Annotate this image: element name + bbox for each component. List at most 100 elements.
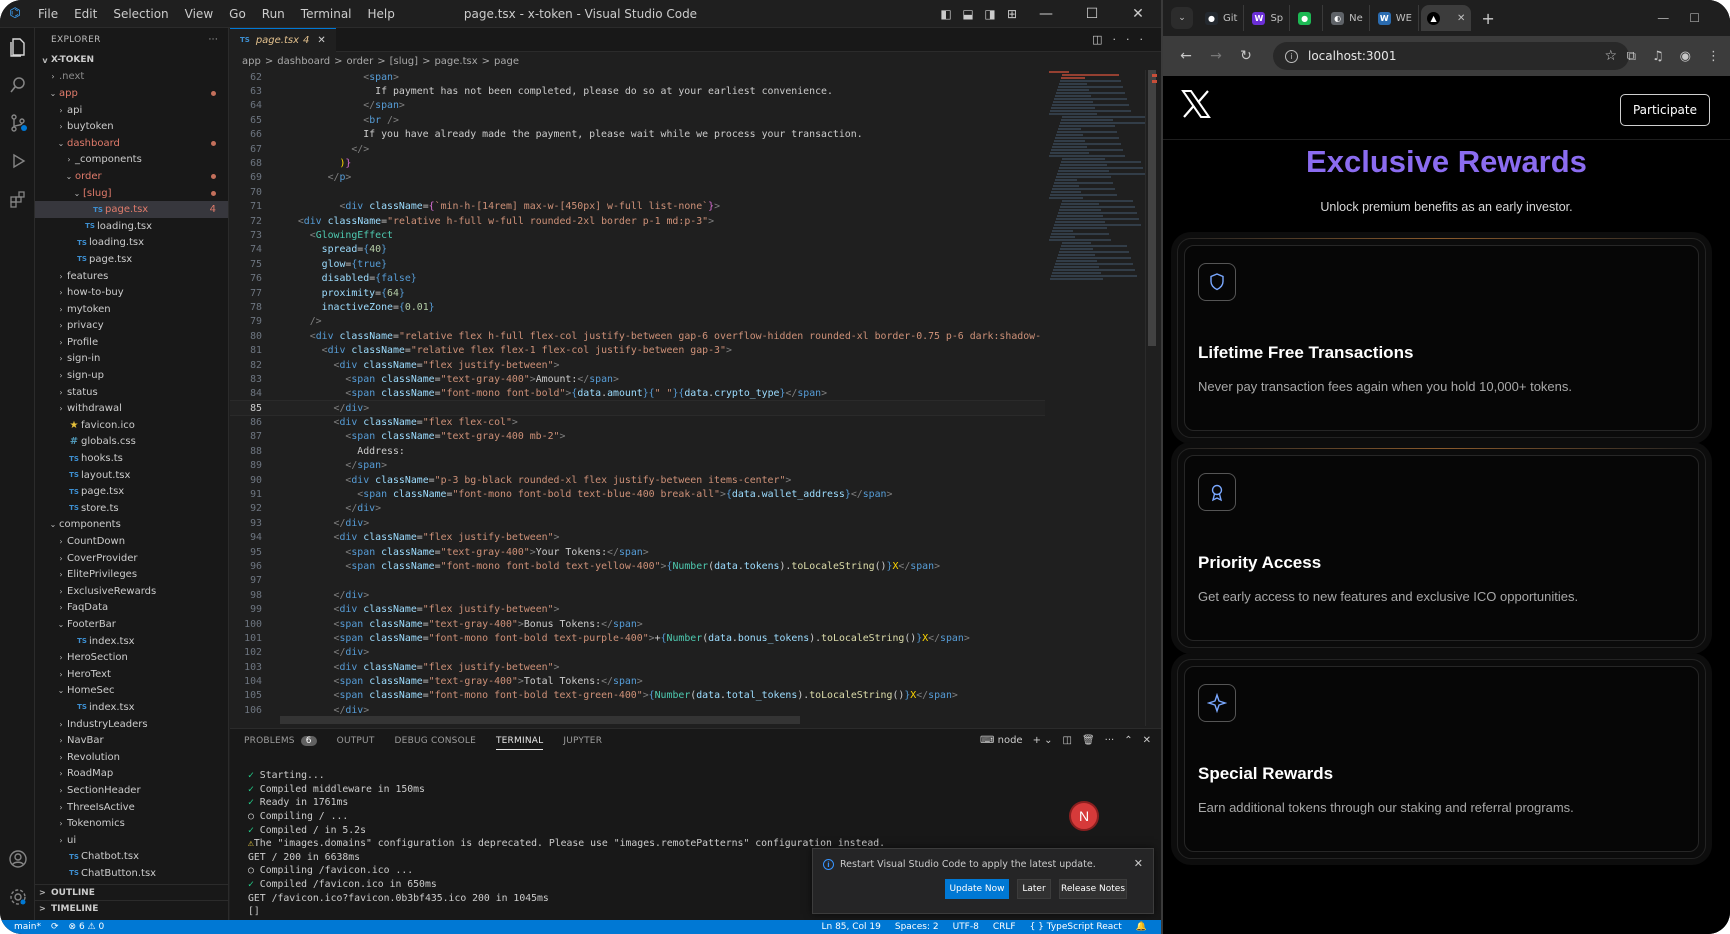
tree-folder[interactable]: ⌄ dashboard [35, 135, 228, 152]
browser-tab[interactable]: W Sp [1246, 5, 1291, 31]
close-tab-icon[interactable]: ✕ [1457, 13, 1465, 24]
code-line[interactable]: 90 <div className="p-3 bg-black rounded-… [230, 473, 1045, 487]
project-root[interactable]: v X-TOKEN [35, 52, 228, 69]
tree-folder[interactable]: › .next [35, 69, 228, 86]
toggle-panel-icon[interactable]: ⬓ [957, 7, 979, 21]
code-line[interactable]: 87 <span className="text-gray-400 mb-2"> [230, 430, 1045, 444]
code-line[interactable]: 86 <div className="flex flex-col"> [230, 415, 1045, 429]
code-line[interactable]: 104 <span className="text-gray-400">Tota… [230, 674, 1045, 688]
tree-folder[interactable]: › FaqData [35, 600, 228, 617]
tree-file[interactable]: TS index.tsx [35, 633, 228, 650]
code-line[interactable]: 96 <span className="font-mono font-bold … [230, 559, 1045, 573]
later-button[interactable]: Later [1017, 879, 1051, 899]
breadcrumb-item[interactable]: app [242, 56, 261, 67]
site-info-icon[interactable]: i [1285, 49, 1298, 63]
breadcrumb-item[interactable]: page [494, 56, 519, 67]
status-encoding[interactable]: UTF-8 [953, 922, 979, 932]
code-line[interactable]: 85 </div> [230, 399, 1045, 417]
editor-scrollbar[interactable] [1145, 70, 1157, 726]
tree-file[interactable]: TS ChatButton.tsx [35, 865, 228, 882]
status-indentation[interactable]: Spaces: 2 [895, 922, 939, 932]
toggle-primary-sidebar-icon[interactable]: ◧ [935, 7, 957, 21]
tree-file[interactable]: TS page.tsx [35, 483, 228, 500]
media-control-icon[interactable]: ♫ [1652, 49, 1664, 64]
code-line[interactable]: 70 [230, 185, 1045, 199]
status-line-ending[interactable]: CRLF [993, 922, 1016, 932]
tree-folder[interactable]: › CountDown [35, 533, 228, 550]
code-line[interactable]: 67 </> [230, 142, 1045, 156]
tree-folder[interactable]: › Profile [35, 334, 228, 351]
search-icon[interactable] [0, 66, 35, 104]
tree-folder[interactable]: › how-to-buy [35, 284, 228, 301]
tree-file[interactable]: TS loading.tsx [35, 235, 228, 252]
bookmark-star-icon[interactable]: ☆ [1604, 48, 1617, 64]
browser-tab[interactable]: ▲ ✕ [1421, 5, 1472, 31]
panel-tab-debug-console[interactable]: DEBUG CONSOLE [395, 736, 476, 746]
breadcrumb-item[interactable]: dashboard [277, 56, 330, 67]
code-line[interactable]: 101 <span className="font-mono font-bold… [230, 631, 1045, 645]
maximize-panel-icon[interactable]: ⌃ [1124, 735, 1132, 746]
tree-folder[interactable]: › Revolution [35, 749, 228, 766]
browser-tab[interactable]: ● Git [1199, 5, 1245, 31]
tree-folder[interactable]: › privacy [35, 318, 228, 335]
code-line[interactable]: 94 <div className="flex justify-between"… [230, 531, 1045, 545]
code-line[interactable]: 92 </div> [230, 502, 1045, 516]
tree-folder[interactable]: › status [35, 384, 228, 401]
code-line[interactable]: 98 </div> [230, 588, 1045, 602]
panel-tab-terminal[interactable]: TERMINAL [495, 732, 544, 750]
code-line[interactable]: 95 <span className="text-gray-400">Your … [230, 545, 1045, 559]
tree-file[interactable]: ★ favicon.ico [35, 417, 228, 434]
tree-folder[interactable]: › ui [35, 832, 228, 849]
code-line[interactable]: 71 <div className={`min-h-[14rem] max-w-… [230, 200, 1045, 214]
code-line[interactable]: 66 If you have already made the payment,… [230, 128, 1045, 142]
tree-file[interactable]: TS page.tsx [35, 251, 228, 268]
menu-item-view[interactable]: View [177, 7, 221, 21]
tree-folder[interactable]: › HeroSection [35, 649, 228, 666]
code-line[interactable]: 97 [230, 574, 1045, 588]
scrollbar-thumb[interactable] [1148, 70, 1156, 346]
code-line[interactable]: 76 disabled={false} [230, 271, 1045, 285]
tree-folder[interactable]: ⌄ components [35, 517, 228, 534]
notifications-bell-icon[interactable]: 🔔 [1136, 922, 1147, 932]
profile-icon[interactable]: ◉ [1680, 49, 1691, 64]
horizontal-scrollbar-thumb[interactable] [280, 716, 800, 724]
status-branch[interactable]: main* [14, 922, 41, 932]
tree-folder[interactable]: › ElitePrivileges [35, 566, 228, 583]
tree-folder[interactable]: ⌄ HomeSec [35, 683, 228, 700]
run-debug-icon[interactable] [0, 142, 35, 180]
tab-search-chevron-icon[interactable]: ⌄ [1171, 7, 1193, 29]
code-line[interactable]: 78 inactiveZone={0.01} [230, 300, 1045, 314]
forward-arrow-icon[interactable]: → [1201, 48, 1231, 64]
terminal-icon[interactable]: ⌨ node [980, 735, 1023, 746]
minimap[interactable] [1045, 70, 1149, 726]
menu-item-edit[interactable]: Edit [66, 7, 105, 21]
browser-tab[interactable]: ● [1292, 5, 1324, 31]
tree-folder[interactable]: ⌄ [slug] [35, 185, 228, 202]
update-now-button[interactable]: Update Now [945, 879, 1009, 899]
code-line[interactable]: 65 <br /> [230, 113, 1045, 127]
tree-folder[interactable]: › _components [35, 152, 228, 169]
outline-section[interactable]: > OUTLINE [35, 884, 228, 900]
extensions-puzzle-icon[interactable]: ⧉ [1627, 49, 1636, 64]
close-button[interactable]: ✕ [1115, 6, 1161, 22]
manage-gear-icon[interactable] [0, 878, 35, 916]
tree-folder[interactable]: ⌄ order [35, 168, 228, 185]
timeline-section[interactable]: > TIMELINE [35, 900, 228, 916]
explorer-more-icon[interactable]: ··· [209, 35, 218, 45]
tab-page-tsx[interactable]: TS page.tsx 4 ✕ [230, 27, 336, 52]
tree-file[interactable]: TS hooks.ts [35, 450, 228, 467]
tree-file[interactable]: TS Chatbot.tsx [35, 849, 228, 866]
address-bar[interactable]: i localhost:3001 ☆ [1273, 42, 1629, 70]
panel-tab-jupyter[interactable]: JUPYTER [563, 736, 602, 746]
tree-folder[interactable]: › Tokenomics [35, 815, 228, 832]
close-panel-icon[interactable]: ✕ [1143, 735, 1151, 746]
account-icon[interactable] [0, 840, 35, 878]
code-line[interactable]: 63 If payment has not been completed, pl… [230, 84, 1045, 98]
tree-folder[interactable]: ⌄ FooterBar [35, 616, 228, 633]
code-line[interactable]: 72 <div className="relative h-full w-ful… [230, 214, 1045, 228]
code-line[interactable]: 83 <span className="text-gray-400">Amoun… [230, 372, 1045, 386]
tree-folder[interactable]: › sign-up [35, 367, 228, 384]
code-line[interactable]: 62 <span> [230, 70, 1045, 84]
code-line[interactable]: 100 <span className="text-gray-400">Bonu… [230, 617, 1045, 631]
code-line[interactable]: 69 </p> [230, 171, 1045, 185]
